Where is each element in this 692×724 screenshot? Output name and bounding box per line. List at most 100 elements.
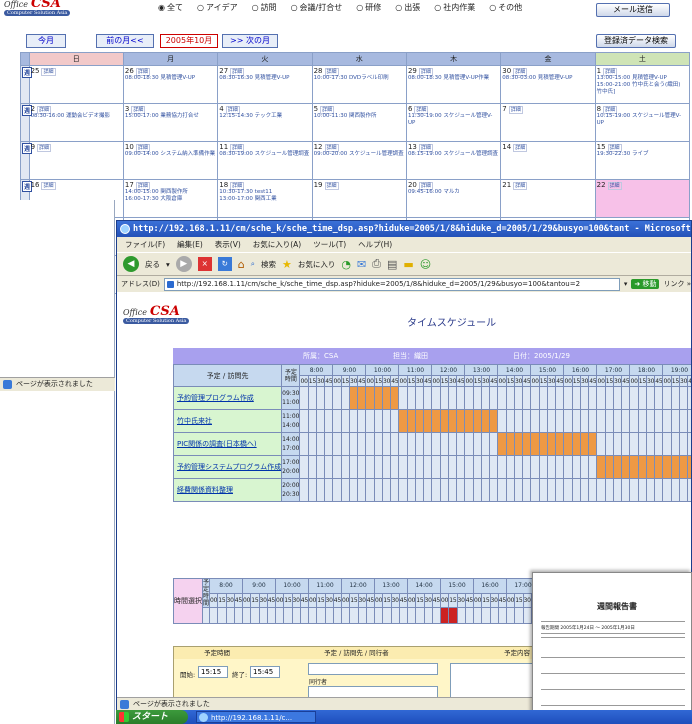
time-slot[interactable] <box>440 607 450 624</box>
refresh-icon[interactable]: ↻ <box>217 257 232 271</box>
day-cell[interactable]: 週22詳細 <box>594 179 691 218</box>
day-cell[interactable]: 週10詳細09:00-14:00 システム納入準備作業 <box>122 141 219 180</box>
day-cell[interactable]: 週13詳細08:15-19:00 スケジュール管理調査 <box>405 141 502 180</box>
calendar-event[interactable]: 09:45-16:00 マルカ <box>408 189 499 196</box>
calendar-event[interactable]: 19:30-22:30 ライブ <box>597 151 688 158</box>
menu-item[interactable]: お気に入り(A) <box>253 237 301 252</box>
time-slot[interactable] <box>324 607 334 624</box>
schedule-link[interactable]: 竹中氏来社 <box>175 417 212 425</box>
filter-radio[interactable]: 出張 <box>395 2 420 13</box>
day-cell[interactable]: 週3詳細15:00-17:00 業務協力打合せ <box>122 103 219 142</box>
menu-item[interactable]: 編集(E) <box>177 237 203 252</box>
detail-button[interactable]: 詳細 <box>41 68 56 76</box>
start-button[interactable]: スタート <box>116 710 188 724</box>
schedule-row-label[interactable]: 予約管理システムプログラム作成 <box>172 455 283 479</box>
time-slot[interactable] <box>473 607 483 624</box>
calendar-event[interactable]: 08:00-18:30 見積管理V-UP <box>125 75 216 82</box>
next-month-button[interactable]: >> 次の月 <box>222 34 278 48</box>
calendar-event[interactable]: 10:15-19:00 スケジュール管理V-UP <box>597 113 688 127</box>
title-bar[interactable]: http://192.168.1.11/cm/sche_k/sche_time_… <box>117 221 691 237</box>
detail-button[interactable]: 詳細 <box>513 182 528 190</box>
calendar-event[interactable]: 08:30-16:00 運動会ビデオ撮影 <box>31 113 122 120</box>
messenger-icon[interactable]: ☺ <box>420 258 431 271</box>
folder-icon[interactable]: ▬ <box>403 258 413 271</box>
time-slot[interactable] <box>242 607 252 624</box>
filter-radio[interactable]: 会議/打合せ <box>291 2 343 13</box>
filter-radio[interactable]: 研修 <box>356 2 381 13</box>
go-button[interactable]: ➜ 移動 <box>631 279 660 289</box>
day-cell[interactable]: 週12詳細09:00-20:00 スケジュール管理調査 <box>311 141 407 180</box>
detail-button[interactable]: 詳細 <box>37 144 52 152</box>
calendar-event[interactable]: 12:15-14:30 テック工業 <box>219 113 310 120</box>
filter-radio[interactable]: 全て <box>158 2 183 13</box>
stop-icon[interactable]: × <box>197 257 212 271</box>
detail-button[interactable]: 詳細 <box>324 182 339 190</box>
time-slot[interactable] <box>225 607 235 624</box>
day-cell[interactable]: 週11詳細08:30-19:00 スケジュール管理調査 <box>217 141 313 180</box>
menu-item[interactable]: ツール(T) <box>313 237 346 252</box>
calendar-event[interactable]: 10:00-11:30 関西製作所 <box>314 113 405 120</box>
day-cell[interactable]: 週25詳細 <box>28 65 124 104</box>
calendar-event[interactable]: 08:30-03:00 見積管理V-UP <box>502 75 593 82</box>
time-slot[interactable] <box>481 607 491 624</box>
calendar-event[interactable]: 13:00-15:00 見積管理V-UP <box>597 75 688 82</box>
print-icon[interactable]: ⎙ <box>372 257 381 271</box>
menu-item[interactable]: ファイル(F) <box>125 237 165 252</box>
search-registered-button[interactable]: 登録済データ検索 <box>596 34 676 48</box>
calendar-event[interactable]: 09:00-20:00 スケジュール管理調査 <box>314 151 405 158</box>
calendar-event[interactable]: 09:00-14:00 システム納入準備作業 <box>125 151 216 158</box>
time-slot[interactable] <box>464 607 475 624</box>
filter-radio[interactable]: その他 <box>489 2 522 13</box>
calendar-event[interactable]: 10:30-17:30 test11 <box>219 189 310 196</box>
schedule-row-label[interactable]: 竹中氏来社 <box>172 409 283 433</box>
schedule-link[interactable]: 予約管理システムプログラム作成 <box>175 463 281 471</box>
time-slot[interactable] <box>407 607 417 624</box>
this-month-button[interactable]: 今月 <box>26 34 66 48</box>
time-slot[interactable] <box>209 607 219 624</box>
time-slot[interactable] <box>423 607 433 624</box>
favorites-icon[interactable]: ★ <box>282 258 292 271</box>
home-icon[interactable]: ⌂ <box>238 258 245 271</box>
time-slot[interactable] <box>316 607 326 624</box>
day-cell[interactable]: 週7詳細 <box>500 103 596 142</box>
day-cell[interactable]: 週29詳細08:00-18:30 見積管理V-UP作業 <box>405 65 502 104</box>
time-slot[interactable] <box>374 607 384 624</box>
time-slot[interactable] <box>341 607 351 624</box>
time-slot[interactable] <box>398 607 409 624</box>
dropdown-icon[interactable]: ▾ <box>166 260 170 269</box>
time-slot[interactable] <box>506 607 516 624</box>
time-slot[interactable] <box>514 607 524 624</box>
day-cell[interactable]: 週17詳細14:00-15:00 関西製作所16:00-17:30 大阪倉庫 <box>122 179 219 218</box>
time-slot[interactable] <box>258 607 268 624</box>
forward-icon[interactable]: ▶ <box>175 256 192 272</box>
prev-month-button[interactable]: 前の月<< <box>96 34 154 48</box>
time-slot[interactable] <box>365 607 376 624</box>
calendar-event[interactable]: 15:00-21:00 竹中氏と会う(織田) <box>597 82 688 89</box>
category-filter[interactable]: 全て アイデア 訪問 会議/打合せ 研修 出張 社内作業 その他 <box>158 2 522 13</box>
back-icon[interactable]: ◀ <box>123 256 139 272</box>
search-icon[interactable]: ⌕ <box>251 259 255 269</box>
day-cell[interactable]: 週26詳細08:00-18:30 見積管理V-UP <box>122 65 219 104</box>
calendar-event[interactable]: 14:00-15:00 関西製作所 <box>125 189 216 196</box>
time-slot[interactable] <box>266 607 277 624</box>
calendar-event[interactable]: 08:30-19:00 スケジュール管理調査 <box>219 151 310 158</box>
time-slot[interactable] <box>522 607 532 624</box>
address-input[interactable]: http://192.168.1.11/cm/sche_k/sche_time_… <box>163 277 620 291</box>
time-slot[interactable] <box>332 607 343 624</box>
calendar-event[interactable]: 13:00-17:00 関西工業 <box>219 196 310 203</box>
time-slot[interactable] <box>299 607 310 624</box>
search-button[interactable]: 検索 <box>261 259 276 270</box>
time-slot[interactable] <box>233 607 244 624</box>
place-input[interactable] <box>308 663 438 675</box>
calendar-event[interactable]: 15:00-17:00 業務協力打合せ <box>125 113 216 120</box>
time-slot[interactable] <box>250 607 260 624</box>
calendar-event[interactable]: 10:00-17:30 DVDラベル印刷 <box>314 75 405 82</box>
time-slot[interactable] <box>308 607 318 624</box>
day-cell[interactable]: 週28詳細10:00-17:30 DVDラベル印刷 <box>311 65 407 104</box>
time-slot[interactable] <box>357 607 367 624</box>
filter-radio[interactable]: 社内作業 <box>434 2 475 13</box>
time-slot[interactable] <box>415 607 425 624</box>
time-slot[interactable] <box>431 607 442 624</box>
schedule-row-label[interactable]: PIC関係の調査(日本橋へ) <box>172 432 283 456</box>
schedule-link[interactable]: 経費関係資料整理 <box>175 486 233 494</box>
